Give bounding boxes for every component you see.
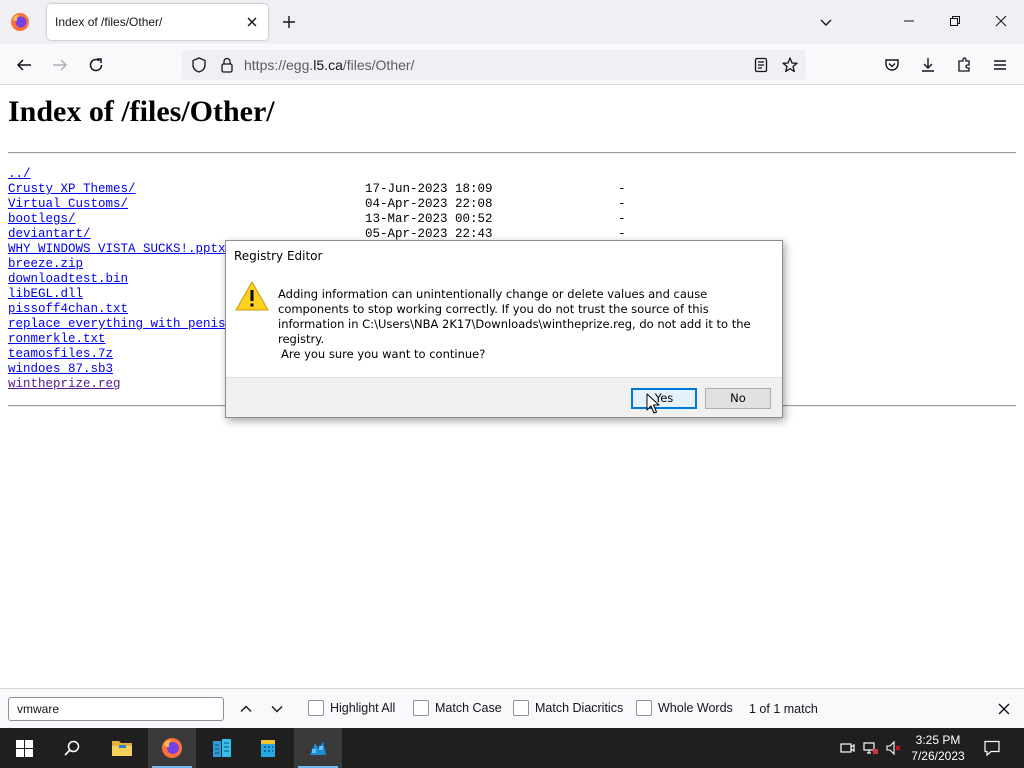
volume-muted-icon[interactable] xyxy=(886,740,902,756)
find-status: 1 of 1 match xyxy=(749,702,818,716)
match-case-label: Match Case xyxy=(435,701,502,715)
forward-icon[interactable] xyxy=(51,56,69,74)
network-icon[interactable] xyxy=(863,740,879,756)
new-tab-icon[interactable] xyxy=(281,14,297,30)
lock-icon[interactable] xyxy=(218,56,236,74)
file-link[interactable]: windoes 87.sb3 xyxy=(8,362,113,377)
file-link[interactable]: bootlegs/ xyxy=(8,212,76,227)
page-heading: Index of /files/Other/ xyxy=(8,95,275,128)
find-previous-icon[interactable] xyxy=(238,701,254,717)
dialog-question: Are you sure you want to continue? xyxy=(281,347,486,361)
close-window-icon[interactable] xyxy=(994,14,1008,28)
clock-time: 3:25 PM xyxy=(915,733,961,747)
file-link[interactable]: downloadtest.bin xyxy=(8,272,128,287)
whole-words-label: Whole Words xyxy=(658,701,733,715)
system-clock[interactable]: 3:25 PM 7/26/2023 xyxy=(906,732,970,764)
reload-icon[interactable] xyxy=(87,56,105,74)
file-link[interactable]: Virtual Customs/ xyxy=(8,197,128,212)
checkbox-box[interactable] xyxy=(513,700,529,716)
taskbar-app-1[interactable] xyxy=(198,728,246,768)
firefox-logo-icon xyxy=(11,13,29,31)
restore-icon[interactable] xyxy=(948,14,962,28)
yes-button[interactable]: Yes xyxy=(631,388,697,409)
no-button[interactable]: No xyxy=(705,388,771,409)
reader-view-icon[interactable] xyxy=(752,56,770,74)
mouse-cursor-icon xyxy=(646,393,660,414)
taskbar: 3:25 PM 7/26/2023 xyxy=(0,728,1024,768)
find-next-icon[interactable] xyxy=(269,701,285,717)
taskbar-registry-editor[interactable] xyxy=(294,728,342,768)
back-icon[interactable] xyxy=(15,56,33,74)
file-link[interactable]: wintheprize.reg xyxy=(8,377,121,392)
checkbox-box[interactable] xyxy=(636,700,652,716)
file-size: - xyxy=(618,197,626,211)
file-date: 17-Jun-2023 18:09 xyxy=(365,182,493,196)
url-path: /files/Other/ xyxy=(342,57,415,73)
notifications-icon[interactable] xyxy=(983,739,1001,757)
file-size: - xyxy=(618,182,626,196)
start-button[interactable] xyxy=(0,728,48,768)
taskbar-file-explorer[interactable] xyxy=(98,728,146,768)
divider-top xyxy=(8,152,1016,154)
file-link[interactable]: pissoff4chan.txt xyxy=(8,302,128,317)
registry-editor-icon xyxy=(310,741,326,755)
file-link[interactable]: WHY WINDOWS VISTA SUCKS!.pptx xyxy=(8,242,226,257)
shield-icon[interactable] xyxy=(190,56,208,74)
clock-date: 7/26/2023 xyxy=(911,749,965,763)
close-find-bar-icon[interactable] xyxy=(996,701,1012,717)
url-scheme: https://egg. xyxy=(244,57,314,73)
folder-icon xyxy=(112,741,132,756)
search-button[interactable] xyxy=(48,728,96,768)
checkbox-box[interactable] xyxy=(413,700,429,716)
close-tab-icon[interactable] xyxy=(244,14,260,30)
url-bar[interactable]: https://egg.l5.ca/files/Other/ xyxy=(182,50,806,80)
warning-icon xyxy=(235,281,269,311)
taskbar-app-2[interactable] xyxy=(244,728,292,768)
dialog-button-area: Yes No xyxy=(226,377,782,417)
file-link[interactable]: replace everything with penis.j xyxy=(8,317,241,332)
firefox-icon xyxy=(162,738,182,758)
file-link[interactable]: ronmerkle.txt xyxy=(8,332,106,347)
dialog-message: Adding information can unintentionally c… xyxy=(278,287,751,346)
checkbox-box[interactable] xyxy=(308,700,324,716)
dialog-title: Registry Editor xyxy=(234,249,323,263)
find-input[interactable] xyxy=(8,697,224,721)
windows-logo-icon xyxy=(16,740,33,757)
file-link[interactable]: libEGL.dll xyxy=(8,287,83,302)
minimize-icon[interactable] xyxy=(902,14,916,28)
navigation-toolbar: https://egg.l5.ca/files/Other/ xyxy=(0,44,1024,85)
file-link[interactable]: deviantart/ xyxy=(8,227,91,242)
tray-app-icon[interactable] xyxy=(839,740,855,756)
tab-strip: Index of /files/Other/ xyxy=(0,0,1024,44)
extensions-icon[interactable] xyxy=(955,56,973,74)
match-diacritics-label: Match Diacritics xyxy=(535,701,624,715)
menu-icon[interactable] xyxy=(991,56,1009,74)
registry-editor-dialog: Registry Editor Adding information can u… xyxy=(225,240,783,418)
url-text[interactable]: https://egg.l5.ca/files/Other/ xyxy=(244,57,414,73)
file-date: 04-Apr-2023 22:08 xyxy=(365,197,493,211)
file-link[interactable]: Crusty XP Themes/ xyxy=(8,182,136,197)
file-date: 13-Mar-2023 00:52 xyxy=(365,212,493,226)
file-link[interactable]: teamosfiles.7z xyxy=(8,347,113,362)
pocket-icon[interactable] xyxy=(883,56,901,74)
list-all-tabs-icon[interactable] xyxy=(818,14,834,30)
downloads-icon[interactable] xyxy=(919,56,937,74)
file-link[interactable]: breeze.zip xyxy=(8,257,83,272)
registry-cubes-icon xyxy=(213,739,231,757)
taskbar-firefox[interactable] xyxy=(148,728,196,768)
tab-title: Index of /files/Other/ xyxy=(55,15,163,29)
file-link[interactable]: ../ xyxy=(8,167,31,182)
tab-active[interactable]: Index of /files/Other/ xyxy=(47,4,268,40)
bookmark-star-icon[interactable] xyxy=(781,56,799,74)
find-bar: Highlight All Match Case Match Diacritic… xyxy=(0,688,1024,728)
file-size: - xyxy=(618,212,626,226)
search-icon xyxy=(64,740,80,756)
highlight-all-label: Highlight All xyxy=(330,701,396,715)
building-icon xyxy=(261,740,275,757)
url-host: l5.ca xyxy=(313,57,343,73)
